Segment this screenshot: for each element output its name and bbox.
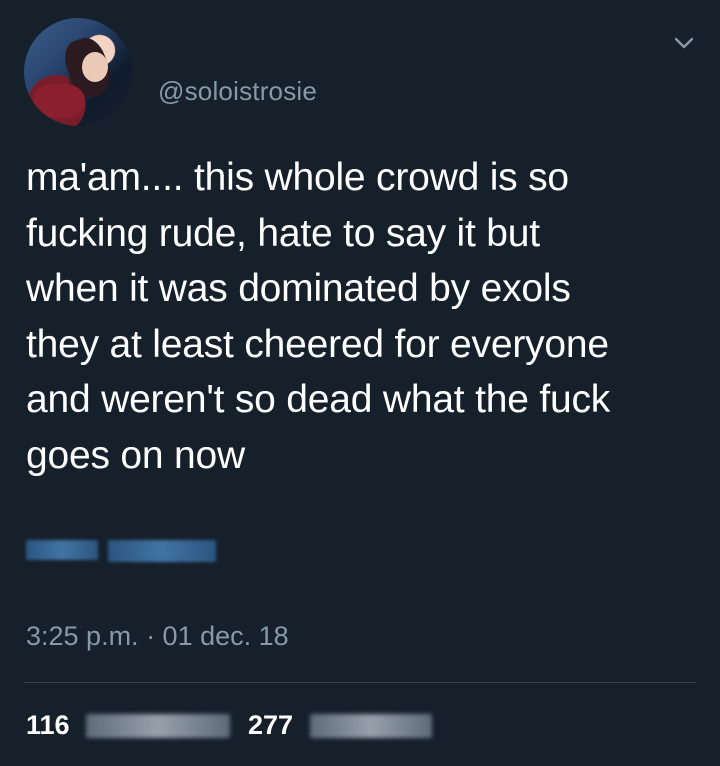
redacted-link bbox=[108, 540, 216, 562]
avatar[interactable] bbox=[24, 18, 132, 126]
redacted-link bbox=[26, 540, 98, 560]
redacted-label bbox=[86, 714, 230, 738]
user-handle[interactable]: @soloistrosie bbox=[158, 76, 317, 107]
tweet-timestamp[interactable]: 3:25 p.m. · 01 dec. 18 bbox=[26, 621, 289, 652]
tweet-card: @soloistrosie ma'am.... this whole crowd… bbox=[0, 0, 720, 766]
retweets-count[interactable]: 116 bbox=[26, 710, 70, 741]
avatar-sleeve bbox=[34, 84, 84, 118]
chevron-down-icon[interactable] bbox=[671, 30, 697, 56]
redacted-label bbox=[310, 714, 432, 738]
tweet-text: ma'am.... this whole crowd is so fucking… bbox=[26, 156, 611, 477]
chevron-down-icon-svg bbox=[674, 37, 694, 49]
divider bbox=[24, 682, 696, 683]
likes-count[interactable]: 277 bbox=[248, 710, 293, 741]
avatar-face bbox=[82, 52, 108, 82]
